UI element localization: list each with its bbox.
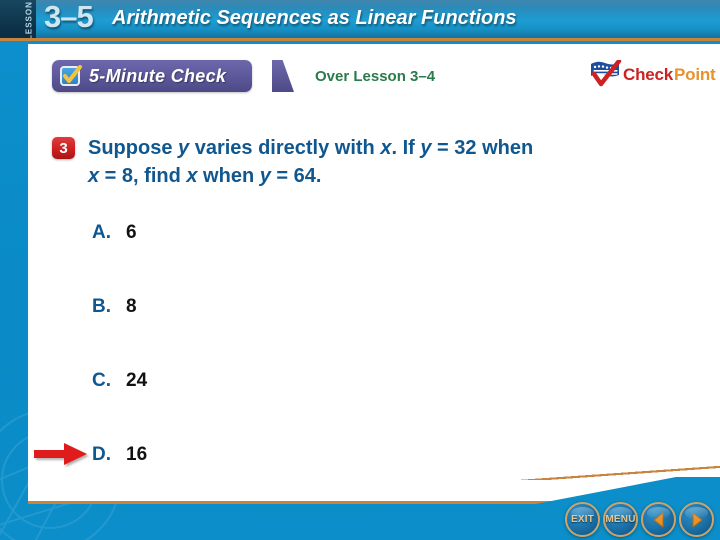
exit-button-label: EXIT [570, 514, 595, 525]
slide-header: LESSON 3–5 Arithmetic Sequences as Linea… [0, 0, 720, 41]
answer-choice-d[interactable]: D. 16 [92, 444, 147, 466]
lesson-label: LESSON [24, 1, 34, 41]
answer-choice-c[interactable]: C. 24 [92, 370, 147, 392]
menu-button[interactable]: MENU [603, 502, 638, 537]
page-title: Arithmetic Sequences as Linear Functions [112, 7, 517, 29]
choice-letter-b: B. [92, 296, 111, 317]
question-number-badge: 3 [52, 137, 75, 159]
question-var-x1: x [380, 137, 392, 159]
question-var-y1: y [178, 137, 190, 159]
over-lesson-label: Over Lesson 3–4 [315, 68, 436, 85]
checkbox-check-icon [60, 65, 82, 86]
question-seg-5: = 8, find [99, 165, 187, 187]
question-text: Suppose y varies directly with x. If y =… [88, 134, 648, 190]
question-var-y2: y [420, 137, 432, 159]
next-slide-button[interactable] [679, 502, 714, 537]
choice-value-c: 24 [126, 370, 148, 391]
choice-letter-d: D. [92, 444, 111, 465]
next-arrow-icon [692, 512, 702, 527]
exit-button[interactable]: EXIT [565, 502, 600, 537]
question-seg-2: varies directly with [189, 137, 381, 159]
question-seg-7: = 64. [270, 165, 322, 187]
question-seg-3: . If [391, 137, 421, 159]
menu-button-label: MENU [605, 514, 636, 525]
question-seg-4: = 32 when [431, 137, 534, 159]
answer-choice-b[interactable]: B. 8 [92, 296, 137, 318]
choice-value-b: 8 [126, 296, 137, 317]
question-seg-1: Suppose [88, 137, 179, 159]
five-minute-check-badge: 5-Minute Check [52, 60, 253, 92]
choice-letter-a: A. [92, 222, 111, 243]
slide-root: LESSON 3–5 Arithmetic Sequences as Linea… [0, 0, 720, 540]
choice-value-a: 6 [126, 222, 137, 243]
checkpoint-flag-icon [588, 58, 622, 90]
answer-choice-a[interactable]: A. 6 [92, 222, 137, 244]
checkpoint-check-text: Check [623, 65, 674, 84]
answer-pointer-arrow-icon [34, 443, 87, 465]
previous-arrow-icon [653, 512, 663, 527]
question-var-y3: y [259, 165, 271, 187]
five-minute-check-label: 5-Minute Check [89, 65, 227, 86]
choice-letter-c: C. [92, 370, 111, 391]
previous-slide-button[interactable] [641, 502, 676, 537]
question-var-x2: x [88, 165, 100, 187]
footer-navigation: EXIT MENU [565, 502, 714, 537]
question-seg-6: when [197, 165, 260, 187]
checkpoint-logo: Check Point [588, 58, 716, 90]
checkpoint-point-text: Point [674, 65, 716, 84]
content-panel [28, 44, 720, 504]
question-var-x3: x [186, 165, 198, 187]
choice-value-d: 16 [126, 444, 148, 465]
lesson-number: 3–5 [44, 0, 94, 34]
